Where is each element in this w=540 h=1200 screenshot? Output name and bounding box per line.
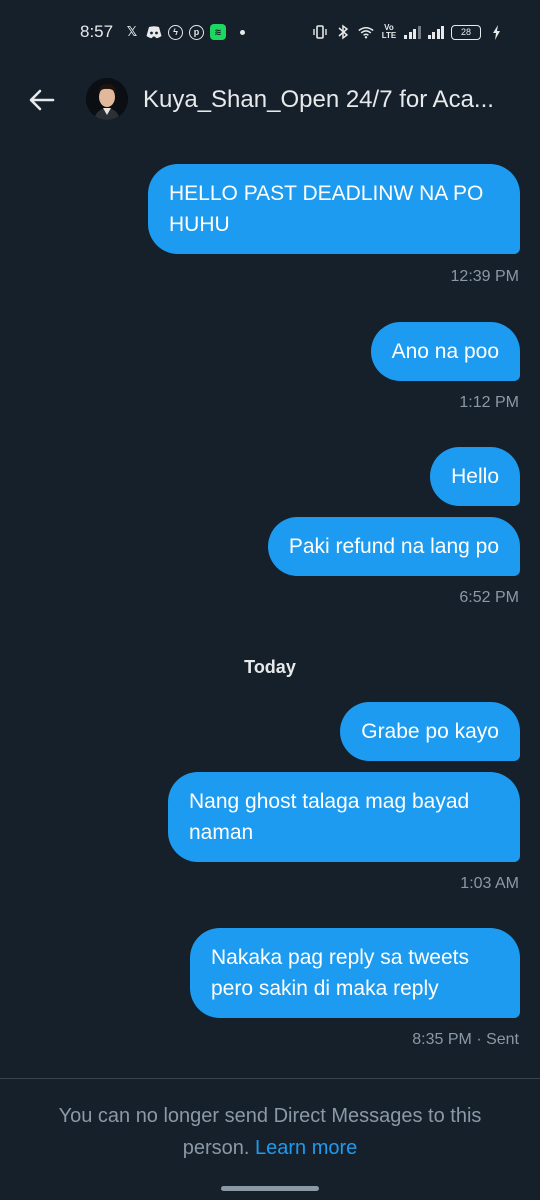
message-bubble[interactable]: HELLO PAST DEADLINW NA PO HUHU: [148, 164, 520, 254]
conversation-header: Kuya_Shan_Open 24/7 for Aca...: [0, 70, 540, 130]
conversation-title[interactable]: Kuya_Shan_Open 24/7 for Aca...: [143, 86, 523, 114]
message-timestamp: 6:52 PM: [459, 589, 519, 606]
message-bubble[interactable]: Paki refund na lang po: [267, 517, 520, 576]
notification-icons: 𝕏 ϟ p ≋: [124, 24, 245, 40]
message-status: 8:35 PM · Sent: [412, 1031, 519, 1048]
x-icon: 𝕏: [126, 24, 138, 39]
day-separator: Today: [244, 657, 296, 677]
message-bubble[interactable]: Nang ghost talaga mag bayad naman: [168, 772, 520, 862]
status-time: 8:57: [80, 22, 114, 41]
pinterest-icon: p: [189, 24, 204, 40]
message-timestamp: 1:12 PM: [459, 394, 519, 411]
message-bubble[interactable]: Ano na poo: [370, 322, 520, 381]
avatar[interactable]: [86, 78, 128, 120]
learn-more-link[interactable]: Learn more: [255, 1137, 357, 1159]
signal-icon-2: [427, 25, 444, 39]
message-timestamp: 1:03 AM: [460, 875, 519, 892]
home-indicator[interactable]: [221, 1186, 319, 1191]
bluetooth-icon: [335, 24, 351, 40]
back-button[interactable]: [24, 82, 60, 118]
back-arrow-icon: [29, 89, 55, 111]
spotify-icon: ≋: [210, 24, 226, 40]
footer-divider: [0, 1078, 540, 1079]
charging-icon: [488, 24, 504, 40]
dm-conversation-screen: 8:57 𝕏 ϟ p ≋ Vo LTE 28 Kuya_Shan_Open 24…: [0, 0, 540, 1200]
message-bubble[interactable]: Nakaka pag reply sa tweets pero sakin di…: [190, 928, 520, 1018]
message-timestamp: 12:39 PM: [450, 268, 519, 285]
message-bubble[interactable]: Hello: [430, 447, 520, 506]
status-bar: 8:57 𝕏 ϟ p ≋ Vo LTE 28: [0, 0, 540, 64]
more-notifications-dot: [240, 29, 245, 35]
message-bubble[interactable]: Grabe po kayo: [340, 702, 520, 761]
wifi-icon: [358, 24, 374, 40]
signal-icon-1: [404, 25, 421, 39]
volte-icon: Vo LTE: [381, 23, 397, 40]
dm-disabled-notice: You can no longer send Direct Messages t…: [30, 1100, 510, 1164]
battery-icon: 28: [451, 24, 481, 40]
vibrate-icon: [312, 24, 328, 40]
messenger-icon: ϟ: [168, 24, 183, 40]
system-status-icons: Vo LTE 28: [312, 24, 504, 40]
discord-icon: [146, 24, 162, 40]
